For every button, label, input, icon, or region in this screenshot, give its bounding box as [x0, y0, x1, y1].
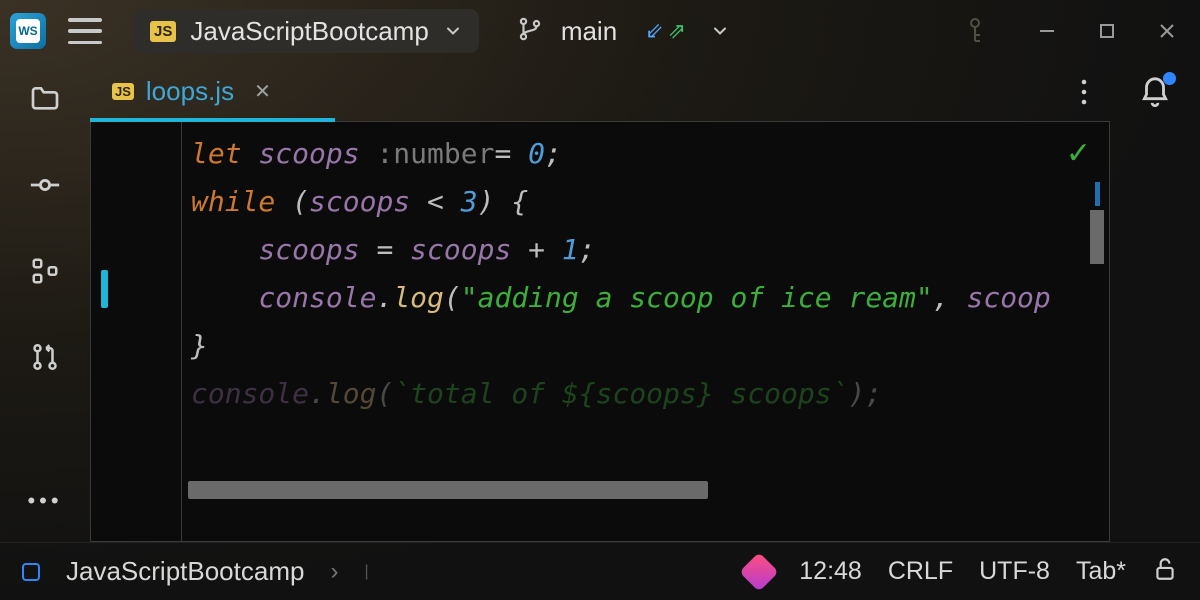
outgoing-icon: ⇗	[668, 18, 686, 44]
notification-dot	[1163, 72, 1176, 85]
readonly-lock-icon[interactable]	[1152, 556, 1178, 587]
status-bar: JavaScriptBootcamp › | 12:48 CRLF UTF-8 …	[0, 542, 1200, 600]
scrollbar-markers[interactable]	[1089, 182, 1105, 264]
chevron-down-icon	[443, 21, 463, 41]
project-selector[interactable]: JS JavaScriptBootcamp	[134, 9, 479, 53]
horizontal-scrollbar[interactable]	[188, 481, 708, 499]
project-tool-button[interactable]	[26, 80, 64, 118]
gutter	[181, 122, 182, 541]
main-menu-button[interactable]	[68, 18, 102, 44]
breadcrumb-project[interactable]: JavaScriptBootcamp	[66, 556, 304, 587]
project-name: JavaScriptBootcamp	[190, 16, 428, 47]
close-button[interactable]	[1144, 10, 1190, 52]
title-bar: WS JS JavaScriptBootcamp main ⇙ ⇗	[0, 0, 1200, 62]
notifications-button[interactable]	[1138, 76, 1172, 115]
status-line-ending[interactable]: CRLF	[888, 557, 953, 586]
update-project-button[interactable]: ⇙ ⇗	[645, 18, 686, 44]
code-area[interactable]: ✓ let scoops :number= 0; while (scoops <…	[90, 122, 1110, 542]
code-with-me-icon[interactable]	[966, 17, 984, 45]
code-text[interactable]: let scoops :number= 0; while (scoops < 3…	[191, 130, 1085, 418]
project-indicator-icon[interactable]	[22, 563, 40, 581]
status-encoding[interactable]: UTF-8	[979, 557, 1050, 586]
ai-assistant-icon[interactable]	[739, 552, 779, 592]
file-badge: JS	[112, 83, 134, 100]
breadcrumb-caret: |	[364, 563, 368, 581]
status-position[interactable]: 12:48	[799, 557, 862, 586]
tab-loops-js[interactable]: JS loops.js ✕	[90, 62, 293, 121]
app-badge: WS	[16, 19, 40, 43]
breadcrumb-separator: ›	[330, 558, 338, 586]
pull-requests-tool-button[interactable]	[26, 338, 64, 376]
status-indent[interactable]: Tab*	[1076, 557, 1126, 586]
incoming-icon: ⇙	[645, 18, 663, 44]
editor: JS loops.js ✕ ✓ let scoops :number= 0; w…	[90, 62, 1110, 542]
structure-tool-button[interactable]	[26, 252, 64, 290]
app-icon: WS	[10, 13, 46, 49]
right-tool-strip	[1110, 62, 1200, 542]
branch-icon	[517, 16, 543, 47]
minimize-button[interactable]	[1024, 10, 1070, 52]
vcs-chevron-down-icon[interactable]	[710, 21, 730, 41]
project-badge: JS	[150, 21, 176, 42]
commit-tool-button[interactable]	[26, 166, 64, 204]
left-tool-strip: •••	[0, 62, 90, 542]
more-tools-button[interactable]: •••	[26, 482, 64, 520]
editor-tabs: JS loops.js ✕	[90, 62, 1110, 122]
maximize-button[interactable]	[1084, 10, 1130, 52]
caret-indicator	[101, 270, 108, 308]
tab-filename: loops.js	[146, 76, 234, 107]
close-tab-button[interactable]: ✕	[254, 79, 271, 104]
branch-name[interactable]: main	[561, 16, 617, 47]
tab-options-button[interactable]	[1058, 62, 1110, 121]
